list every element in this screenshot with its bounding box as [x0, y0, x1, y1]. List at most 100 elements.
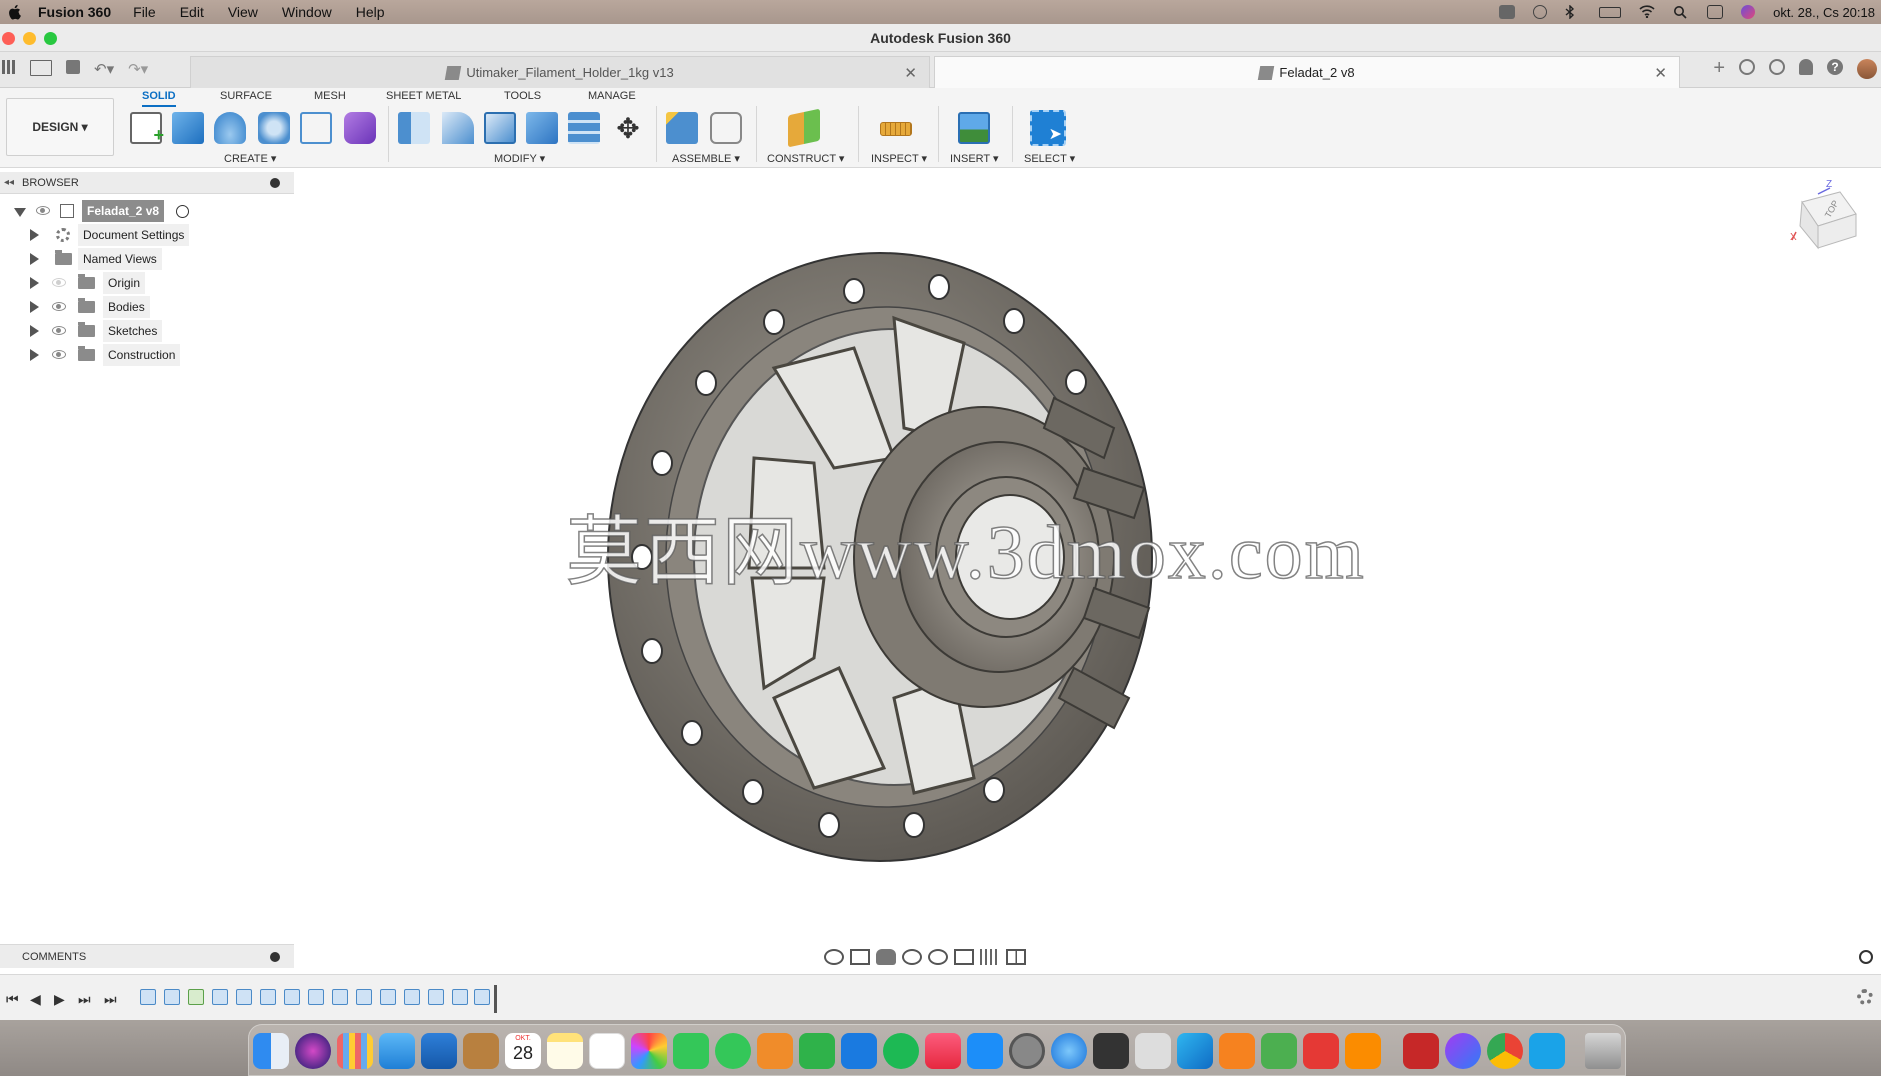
rectangular-pattern-icon[interactable]	[300, 112, 332, 144]
menu-view[interactable]: View	[228, 4, 258, 20]
tab-surface[interactable]: SURFACE	[220, 90, 272, 102]
grid-settings-icon[interactable]	[980, 949, 1000, 965]
timeline-feature-extrude[interactable]	[452, 989, 468, 1005]
chrome-icon[interactable]	[1487, 1033, 1523, 1069]
combine-icon[interactable]	[526, 112, 558, 144]
siri-icon[interactable]	[295, 1033, 331, 1069]
modify-menu[interactable]: MODIFY ▾	[494, 152, 545, 165]
visibility-eye-icon[interactable]	[36, 206, 50, 215]
tree-item-bodies[interactable]: Bodies	[0, 296, 294, 318]
assemble-menu[interactable]: ASSEMBLE ▾	[672, 152, 740, 165]
insert-menu[interactable]: INSERT ▾	[950, 152, 999, 165]
timeline-next-icon[interactable]: ⏭	[78, 991, 91, 1008]
minimize-window-button[interactable]	[23, 32, 36, 45]
pan-hand-icon[interactable]	[876, 949, 896, 965]
user-avatar[interactable]	[1857, 59, 1877, 79]
battery-icon[interactable]	[1599, 6, 1622, 18]
bluetooth-icon[interactable]	[1565, 4, 1581, 20]
hub-center-bore[interactable]	[955, 494, 1065, 620]
insert-canvas-icon[interactable]	[958, 112, 990, 144]
apple-icon[interactable]	[6, 3, 24, 21]
shell-icon[interactable]	[484, 112, 516, 144]
menu-window[interactable]: Window	[282, 4, 332, 20]
notes-icon[interactable]	[547, 1033, 583, 1069]
office-t-icon[interactable]	[1303, 1033, 1339, 1069]
office-f-icon[interactable]	[1219, 1033, 1255, 1069]
timeline-marker[interactable]	[494, 985, 497, 1013]
visibility-eye-icon[interactable]	[52, 350, 66, 359]
new-component-icon[interactable]	[666, 112, 698, 144]
menubar-clock[interactable]: okt. 28., Cs 20:18	[1773, 5, 1875, 20]
notifications-bell-icon[interactable]	[1799, 59, 1813, 75]
expand-arrow-icon[interactable]	[30, 301, 39, 313]
numbers-icon[interactable]	[799, 1033, 835, 1069]
tab-manage[interactable]: MANAGE	[588, 90, 636, 102]
new-tab-plus-icon[interactable]: +	[1713, 58, 1725, 79]
close-tab-icon[interactable]: ✕	[1654, 64, 1667, 82]
office-s-icon[interactable]	[1345, 1033, 1381, 1069]
tree-item-label[interactable]: Origin	[103, 272, 146, 294]
save-icon[interactable]	[66, 60, 80, 74]
timeline-feature-sketch[interactable]	[140, 989, 156, 1005]
tab-solid[interactable]: SOLID	[142, 90, 176, 107]
select-menu[interactable]: SELECT ▾	[1024, 152, 1075, 165]
keynote-icon[interactable]	[841, 1033, 877, 1069]
construct-menu[interactable]: CONSTRUCT ▾	[767, 152, 844, 165]
tree-root[interactable]: Feladat_2 v8	[0, 200, 294, 222]
workspace-switcher[interactable]: DESIGN ▾	[6, 98, 114, 156]
close-tab-icon[interactable]: ✕	[904, 64, 917, 82]
file-menu-icon[interactable]	[30, 60, 52, 76]
acrobat-icon[interactable]	[1403, 1033, 1439, 1069]
offset-plane-icon[interactable]	[788, 108, 820, 148]
launchpad-icon[interactable]	[337, 1033, 373, 1069]
tab-sheet-metal[interactable]: SHEET METAL	[386, 90, 461, 102]
create-menu[interactable]: CREATE ▾	[224, 152, 276, 165]
facetime-icon[interactable]	[673, 1033, 709, 1069]
expand-arrow-icon[interactable]	[30, 325, 39, 337]
fit-icon[interactable]	[928, 949, 948, 965]
undo-icon[interactable]: ↶▾	[94, 60, 114, 78]
spotlight-search-icon[interactable]	[1673, 5, 1689, 19]
tree-item-label[interactable]: Bodies	[103, 296, 150, 318]
tree-item-label[interactable]: Named Views	[78, 248, 162, 270]
office-p-icon[interactable]	[1261, 1033, 1297, 1069]
extrude-icon[interactable]	[172, 112, 204, 144]
timeline-play-icon[interactable]: ▶	[54, 991, 65, 1008]
hidden-eye-icon[interactable]	[52, 278, 66, 287]
spotify-icon[interactable]	[883, 1033, 919, 1069]
tree-item-label[interactable]: Construction	[103, 344, 181, 366]
menu-help[interactable]: Help	[356, 4, 385, 20]
reminders-icon[interactable]	[589, 1033, 625, 1069]
inspect-menu[interactable]: INSPECT ▾	[871, 152, 927, 165]
timeline-feature-revolve[interactable]	[164, 989, 180, 1005]
timeline-first-icon[interactable]: ⏮	[6, 991, 19, 1008]
messages-icon[interactable]	[715, 1033, 751, 1069]
timeline-feature-extrude[interactable]	[284, 989, 300, 1005]
revolve-icon[interactable]	[214, 112, 246, 144]
tree-item-sketches[interactable]: Sketches	[0, 320, 294, 342]
safari-icon[interactable]	[1051, 1033, 1087, 1069]
tree-item-named-views[interactable]: Named Views	[0, 248, 294, 270]
system-preferences-icon[interactable]	[1009, 1033, 1045, 1069]
browser-pin-icon[interactable]	[270, 177, 280, 188]
fusion360-icon[interactable]	[1177, 1033, 1213, 1069]
viewports-icon[interactable]	[1006, 949, 1026, 965]
timeline-feature-sketch[interactable]	[236, 989, 252, 1005]
menu-edit[interactable]: Edit	[180, 4, 204, 20]
create-form-icon[interactable]	[344, 112, 376, 144]
job-status-icon[interactable]	[1739, 59, 1755, 75]
data-panel-grid-icon[interactable]	[2, 60, 16, 74]
help-icon[interactable]: ?	[1827, 59, 1843, 75]
timeline-prev-icon[interactable]: ◀	[30, 991, 41, 1008]
tab-tools[interactable]: TOOLS	[504, 90, 541, 102]
finder-icon[interactable]	[253, 1033, 289, 1069]
create-sketch-icon[interactable]: +	[130, 112, 164, 145]
tab-mesh[interactable]: MESH	[314, 90, 346, 102]
expand-arrow-icon[interactable]	[30, 349, 39, 361]
fillet-icon[interactable]	[442, 112, 474, 144]
timeline-feature-fillet[interactable]	[404, 989, 420, 1005]
inkscape-icon[interactable]	[1135, 1033, 1171, 1069]
close-window-button[interactable]	[2, 32, 15, 45]
wifi-icon[interactable]	[1639, 5, 1655, 19]
tree-item-document-settings[interactable]: Document Settings	[0, 224, 294, 246]
